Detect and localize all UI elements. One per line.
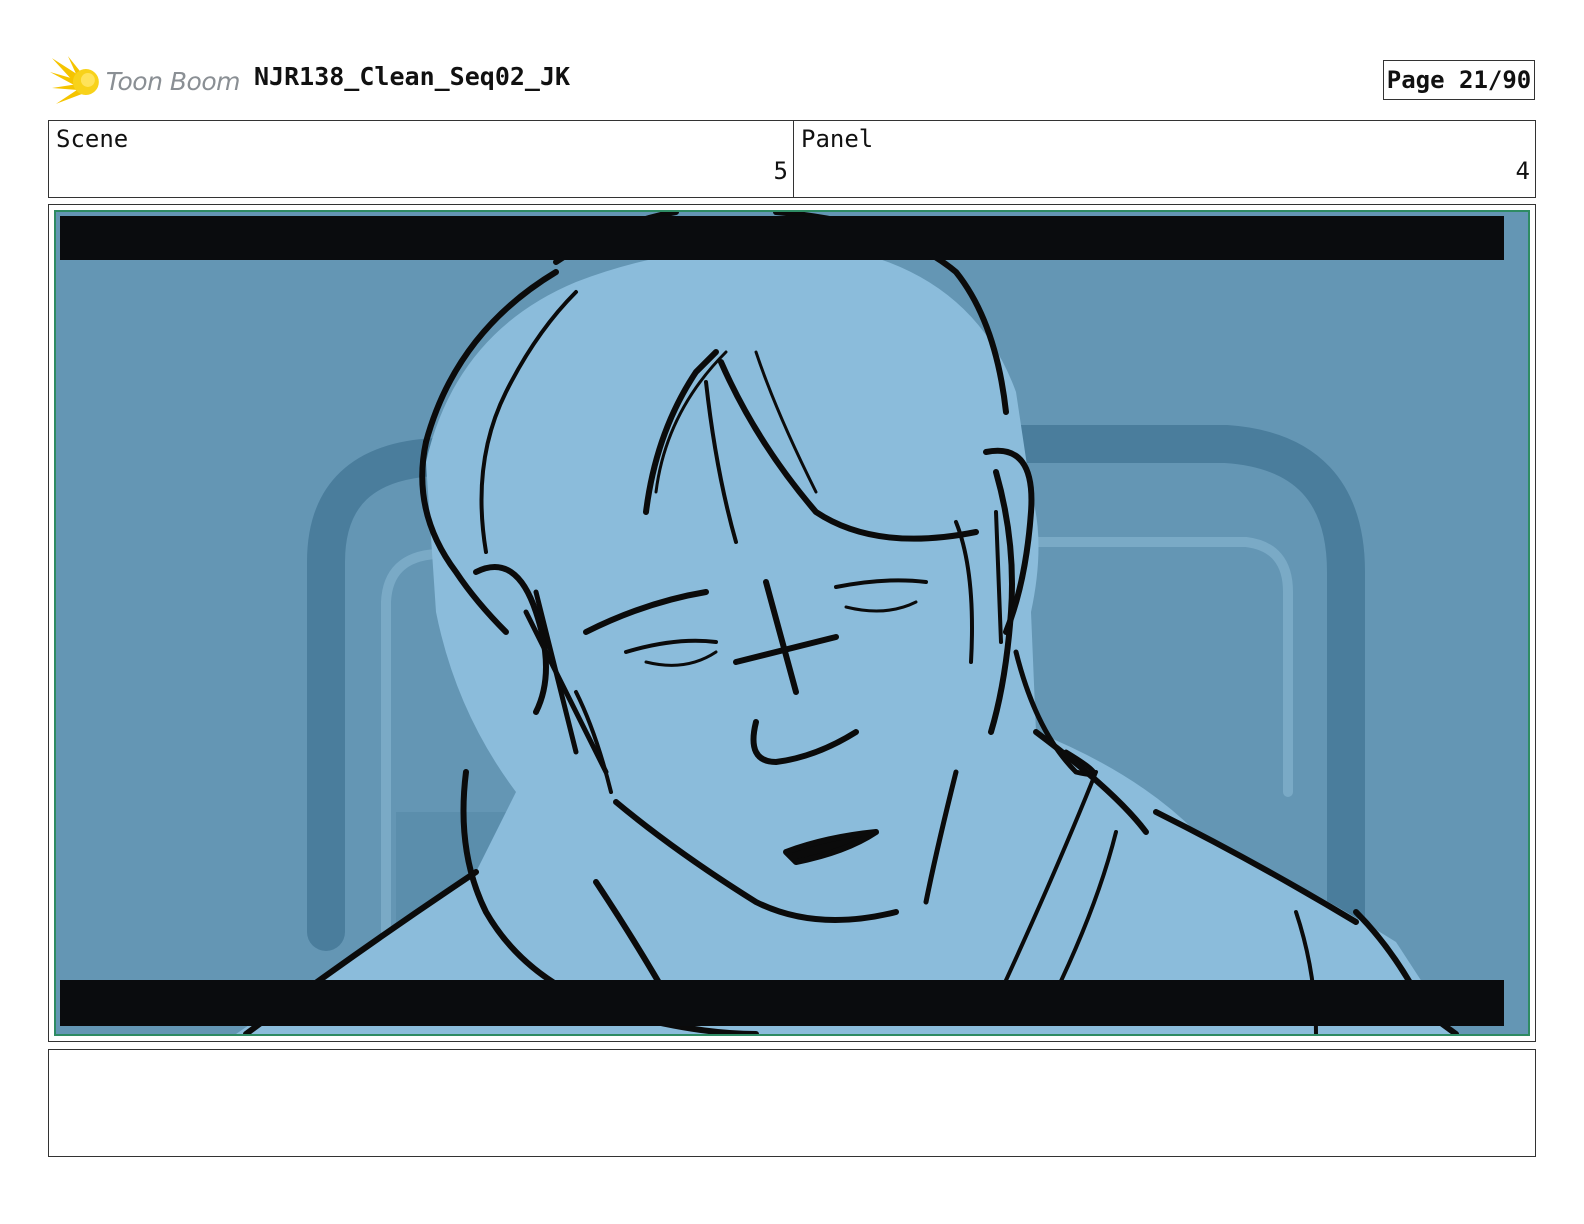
scene-number: 5: [773, 157, 788, 185]
panel-number: 4: [1515, 157, 1530, 185]
page-number: Page 21/90: [1386, 66, 1532, 94]
scene-panel-info-row: Scene 5 Panel 4: [48, 120, 1536, 198]
panel-cell: Panel 4: [794, 121, 1535, 197]
panel-notes-box: [48, 1049, 1536, 1157]
storyboard-image: [54, 210, 1530, 1036]
storyboard-frame: [48, 204, 1536, 1042]
scene-cell: Scene 5: [49, 121, 794, 197]
toon-boom-logo: Toon Boom: [50, 54, 241, 108]
starburst-icon: [50, 56, 99, 104]
panel-label: Panel: [801, 125, 874, 153]
storyboard-drawing: [56, 212, 1528, 1034]
page-number-box: Page 21/90: [1383, 60, 1535, 100]
letterbox-bottom: [60, 980, 1504, 1026]
scene-label: Scene: [56, 125, 129, 153]
letterbox-top: [60, 216, 1504, 260]
document-title: NJR138_Clean_Seq02_JK: [254, 62, 571, 91]
logo-wordmark: Toon Boom: [105, 66, 241, 96]
